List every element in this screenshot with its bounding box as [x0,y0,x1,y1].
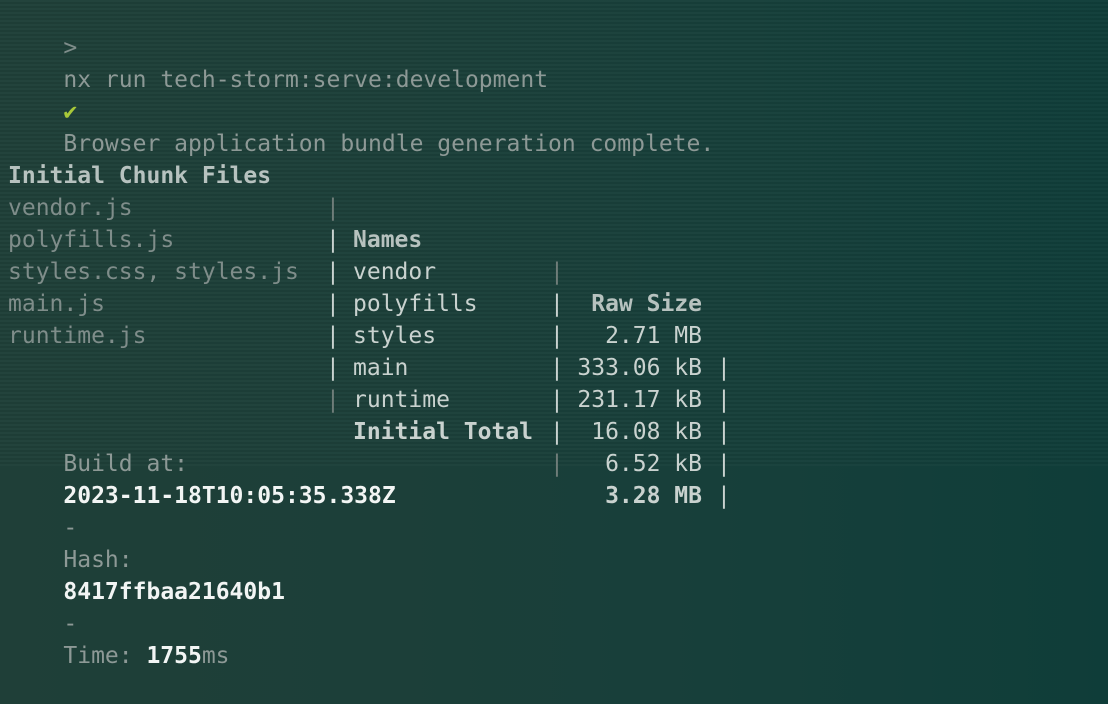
chunk-name: styles [353,323,437,349]
separator-dash: - [63,515,78,541]
prompt-symbol: > [63,35,78,61]
build-info-line: Build at: 2023-11-18T10:05:35.338Z - Has… [8,416,395,669]
table-row: styles.css, styles.js | styles | 231.17 … [8,224,768,445]
separator: | [717,387,731,413]
checkmark-icon: ✔ [63,99,78,125]
separator: | [326,323,340,349]
hash-label: Hash: [63,547,133,573]
build-at-value: 2023-11-18T10:05:35.338Z [63,483,396,509]
command-line: > nx run tech-storm:serve:development [8,0,548,93]
time-unit: ms [201,643,230,669]
separator: | [717,483,731,509]
chunk-file: runtime.js [8,323,147,349]
build-at-label: Build at: [63,451,189,477]
separator: | [550,387,564,413]
chunk-size: 2.71 MB [605,323,702,349]
table-row: polyfills.js | polyfills | 333.06 kB | [8,192,768,413]
chunk-size: 6.52 kB [605,451,702,477]
table-total-row: | Initial Total | 3.28 MB [8,352,768,509]
table-row: main.js | main | 16.08 kB | [8,256,768,477]
table-row: vendor.js | vendor | 2.71 MB | [8,160,768,381]
time-value: 1755 [146,643,202,669]
table-header: Initial Chunk Files | Names | Raw Size [8,128,768,317]
separator: | [717,419,731,445]
table-row: runtime.js | runtime | 6.52 kB | [8,288,768,509]
time-label: Time: [63,643,133,669]
chunk-name: runtime [353,387,450,413]
separator: | [550,451,564,477]
chunk-size: 16.08 kB [591,419,702,445]
chunk-size: 231.17 kB [577,387,702,413]
separator-dash: - [63,611,78,637]
terminal-window: > nx run tech-storm:serve:development ✔ … [0,0,1108,669]
separator: | [326,387,340,413]
total-size: 3.28 MB [605,483,702,509]
separator: | [550,419,564,445]
hash-value: 8417ffbaa21640b1 [63,579,285,605]
separator: | [550,323,564,349]
status-line: ✔ Browser application bundle generation … [8,64,714,157]
separator: | [717,451,731,477]
